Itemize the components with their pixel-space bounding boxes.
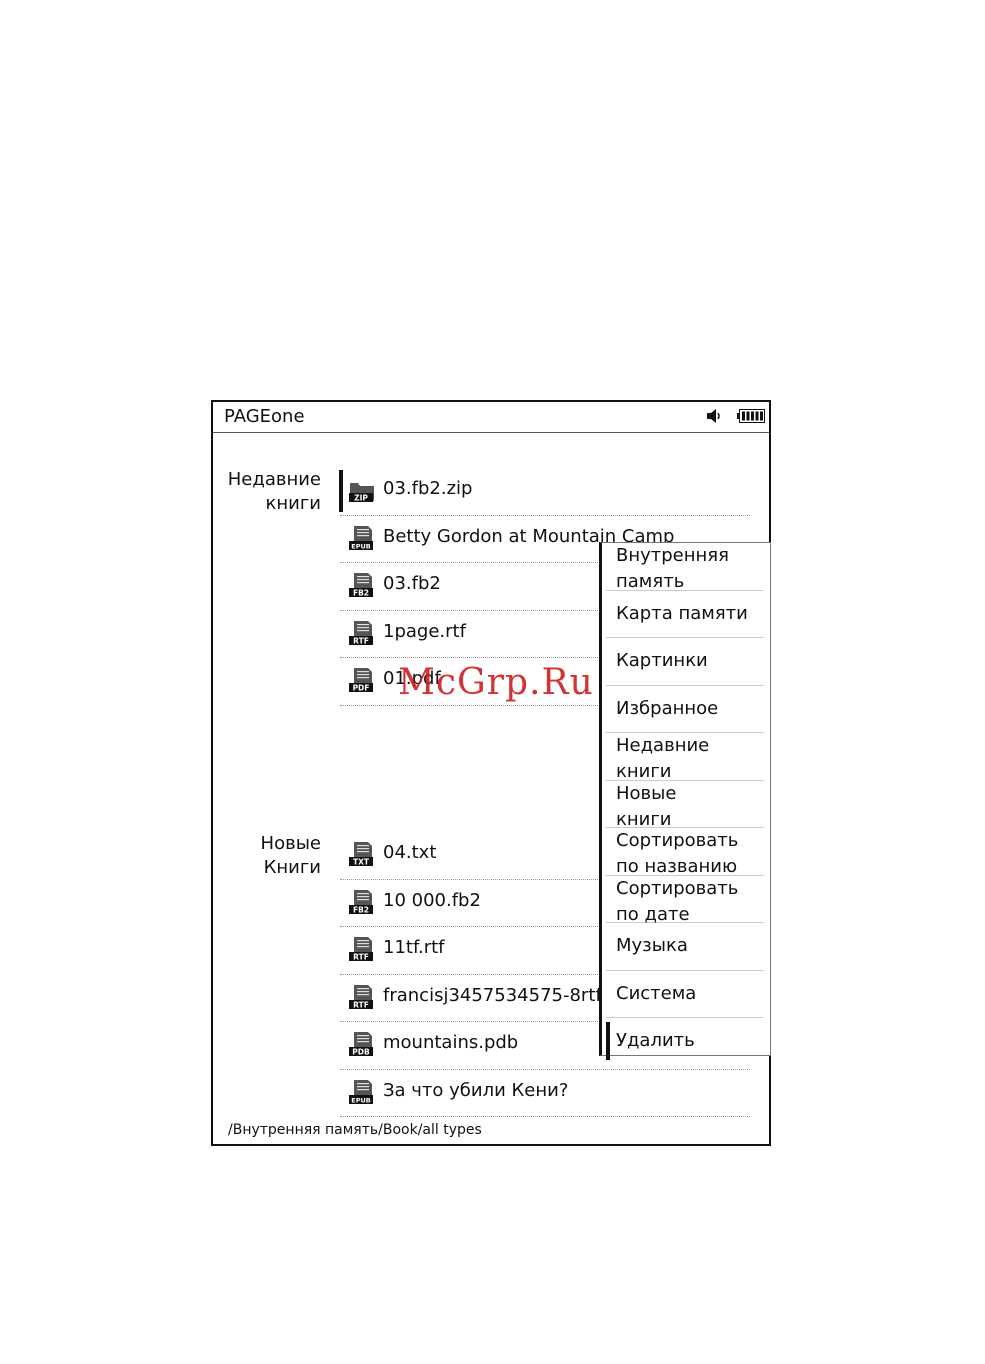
menu-item-label: Музыка: [616, 935, 688, 956]
book-row[interactable]: ZIP 03.fb2.zip: [340, 468, 750, 516]
epub-file-icon: EPUB: [349, 1079, 373, 1104]
status-bar: PAGEone: [213, 402, 769, 433]
menu-item[interactable]: Внутренняя память: [606, 543, 764, 592]
recent-books-label: Недавние книги: [227, 469, 321, 514]
menu-item[interactable]: Избранное: [606, 686, 764, 733]
rtf-file-icon: RTF: [349, 984, 373, 1009]
book-title: 1page.rtf: [383, 620, 466, 642]
svg-text:PDB: PDB: [352, 1048, 370, 1057]
book-title: 03.fb2: [383, 573, 441, 594]
epub-file-icon: EPUB: [349, 525, 373, 550]
ereader-screen: PAGEone Недавние книги ZIP 03.fb2.zip EPUB…: [211, 400, 771, 1146]
menu-item[interactable]: Сортировать по названию: [606, 828, 764, 877]
pdb-file-icon: PDB: [349, 1032, 373, 1057]
menu-item[interactable]: Картинки: [606, 638, 764, 686]
fb2-file-icon: FB2: [349, 889, 373, 914]
book-title: 11tf.rtf: [383, 937, 445, 958]
current-path: /Внутренняя память/Book/all types: [228, 1122, 482, 1138]
menu-item-label: Система: [616, 982, 697, 1004]
menu-item-label: Карта памяти: [616, 602, 748, 624]
svg-text:RTF: RTF: [353, 1000, 369, 1009]
svg-text:ZIP: ZIP: [354, 494, 368, 503]
svg-text:FB2: FB2: [353, 589, 369, 598]
menu-item[interactable]: Система: [606, 971, 764, 1018]
txt-file-icon: TXT: [349, 842, 373, 867]
book-title: За что убили Кени?: [383, 1079, 569, 1101]
svg-text:EPUB: EPUB: [351, 542, 370, 550]
menu-item-label: Недавние книги: [616, 735, 710, 782]
battery-icon: [737, 409, 765, 423]
rtf-file-icon: RTF: [349, 937, 373, 962]
speaker-icon: [707, 409, 720, 423]
watermark: McGrp.Ru: [398, 662, 594, 703]
book-title: 10 000.fb2: [383, 889, 481, 911]
menu-item-label: Удалить: [616, 1030, 695, 1051]
svg-text:PDF: PDF: [353, 684, 370, 693]
book-row[interactable]: EPUB За что убили Кени?: [340, 1070, 750, 1117]
menu-item[interactable]: Недавние книги: [606, 733, 764, 782]
context-menu: Внутренняя память Карта памяти Картинки Изб…: [599, 542, 771, 1060]
menu-item-label: Внутренняя память: [616, 545, 729, 592]
svg-text:RTF: RTF: [353, 636, 369, 645]
zip-file-icon: ZIP: [349, 483, 374, 503]
menu-item[interactable]: Новые книги: [606, 781, 764, 830]
svg-text:TXT: TXT: [353, 858, 370, 867]
new-books-label: Новые Книги: [260, 833, 321, 878]
menu-item[interactable]: Сортировать по дате: [606, 876, 764, 925]
menu-item-label: Сортировать по дате: [616, 877, 739, 925]
pdf-file-icon: PDF: [349, 668, 373, 693]
svg-text:EPUB: EPUB: [351, 1096, 370, 1104]
menu-item-label: Картинки: [616, 650, 708, 671]
menu-item-label: Новые книги: [616, 782, 677, 830]
menu-item[interactable]: Карта памяти: [606, 591, 764, 638]
book-title: 03.fb2.zip: [383, 478, 473, 499]
book-title: 04.txt: [383, 842, 437, 863]
rtf-file-icon: RTF: [349, 620, 373, 645]
book-title: mountains.pdb: [383, 1032, 519, 1053]
fb2-file-icon: FB2: [349, 573, 373, 598]
menu-item[interactable]: Музыка: [606, 923, 764, 971]
svg-text:FB2: FB2: [353, 905, 369, 914]
menu-item-label: Сортировать по названию: [616, 830, 739, 877]
book-title: francisj3457534575-8rtf.rtf: [383, 984, 627, 1006]
app-title: PAGEone: [224, 406, 305, 427]
menu-item[interactable]: Удалить: [606, 1018, 764, 1065]
svg-text:RTF: RTF: [353, 953, 369, 962]
menu-item-label: Избранное: [616, 697, 719, 719]
